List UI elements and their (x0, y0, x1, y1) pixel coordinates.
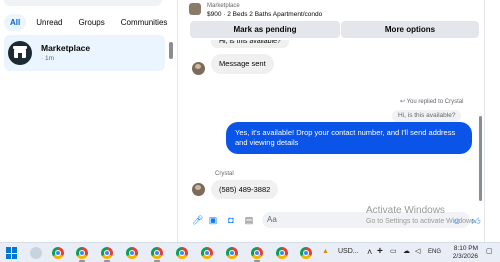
right-panel-edge (484, 0, 500, 242)
chat-header: Marketplace $900 · 2 Beds 2 Baths Apartm… (184, 0, 484, 40)
message-thread: Hi, is this available? Message sent ↩ Yo… (184, 40, 484, 205)
watermark-title: Activate Windows (366, 205, 445, 216)
message-bubble-phone: (585) 489-3882 (211, 180, 279, 199)
conversation-time: · 1m (41, 55, 54, 62)
stock-widget-icon[interactable]: ▲ (322, 248, 329, 255)
search-app-icon[interactable] (30, 247, 42, 259)
windows-taskbar: ▲ USD... ˄ + ▭ ☁ ◁ ENG 8:10 PM 2/3/2026 … (0, 242, 500, 262)
conversation-item-marketplace[interactable]: Marketplace · 1m (4, 35, 165, 71)
stock-widget-label[interactable]: USD... (338, 248, 359, 255)
chrome-icon[interactable] (52, 247, 64, 259)
filter-chips: All Unread Groups Communities (4, 14, 173, 31)
notification-icon[interactable]: ▢ (486, 247, 493, 255)
chrome-icon[interactable] (151, 247, 163, 259)
clock-time: 8:10 PM (453, 245, 478, 252)
search-bar[interactable] (4, 0, 162, 6)
chrome-icon[interactable] (76, 247, 88, 259)
thread-scrollbar[interactable] (479, 116, 482, 201)
watermark-subtitle: Go to Settings to activate Windows. (366, 218, 477, 225)
marketplace-avatar (8, 41, 32, 65)
chat-list-scrollbar[interactable] (169, 42, 173, 59)
filter-groups[interactable]: Groups (72, 14, 110, 31)
chrome-icon[interactable] (201, 247, 213, 259)
chrome-icon[interactable] (251, 247, 263, 259)
speaker-icon[interactable]: ◁ (415, 247, 420, 255)
mark-as-pending-button[interactable]: Mark as pending (190, 21, 340, 38)
windows-start-icon[interactable] (6, 247, 18, 259)
chrome-icon[interactable] (101, 247, 113, 259)
chrome-icon[interactable] (126, 247, 138, 259)
chrome-icon[interactable] (276, 247, 288, 259)
message-bubble-outgoing: Yes, it's available! Drop your contact n… (226, 122, 472, 154)
microphone-icon[interactable]: 🎤︎ (192, 215, 203, 225)
shop-icon (13, 46, 27, 58)
sticker-icon[interactable]: ◘ (226, 215, 236, 225)
sender-avatar[interactable] (192, 62, 205, 75)
message-bubble-incoming: Message sent (211, 54, 274, 74)
filter-communities[interactable]: Communities (115, 14, 174, 31)
quoted-message: Hi, is this available? (392, 110, 462, 122)
listing-title[interactable]: $900 · 2 Beds 2 Baths Apartment/condo (207, 11, 322, 18)
network-icon[interactable]: ▭ (390, 247, 397, 255)
photo-icon[interactable]: ▣ (208, 215, 218, 225)
onedrive-icon[interactable]: ☁ (403, 247, 410, 255)
sender-avatar-crystal[interactable] (192, 183, 205, 196)
more-options-button[interactable]: More options (341, 21, 479, 38)
chrome-icon[interactable] (226, 247, 238, 259)
sender-name: Crystal (215, 171, 234, 177)
hidden-icons-chevron-icon[interactable]: ˄ (367, 247, 372, 257)
filter-unread[interactable]: Unread (30, 14, 68, 31)
reply-indicator-text: You replied to Crystal (406, 99, 464, 105)
chat-list-panel: All Unread Groups Communities Marketplac… (0, 0, 178, 242)
language-indicator[interactable]: ENG (428, 249, 441, 255)
message-bubble-incoming-cut: Hi, is this available? (211, 40, 289, 48)
clock-date: 2/3/2026 (452, 253, 478, 260)
reply-arrow-icon: ↩ (400, 99, 407, 105)
activate-windows-watermark: Activate Windows Go to Settings to activ… (366, 205, 477, 225)
listing-thumbnail[interactable] (189, 3, 201, 15)
listing-source: Marketplace (207, 3, 240, 9)
reply-indicator: ↩ You replied to Crystal (400, 98, 463, 105)
chrome-icon[interactable] (176, 247, 188, 259)
filter-all[interactable]: All (4, 14, 27, 31)
conversation-name: Marketplace (41, 43, 91, 53)
chrome-icon[interactable] (300, 247, 312, 259)
gif-icon[interactable]: ▤ (244, 215, 254, 225)
add-icon[interactable]: + (377, 246, 383, 257)
system-clock[interactable]: 8:10 PM 2/3/2026 (444, 245, 478, 261)
